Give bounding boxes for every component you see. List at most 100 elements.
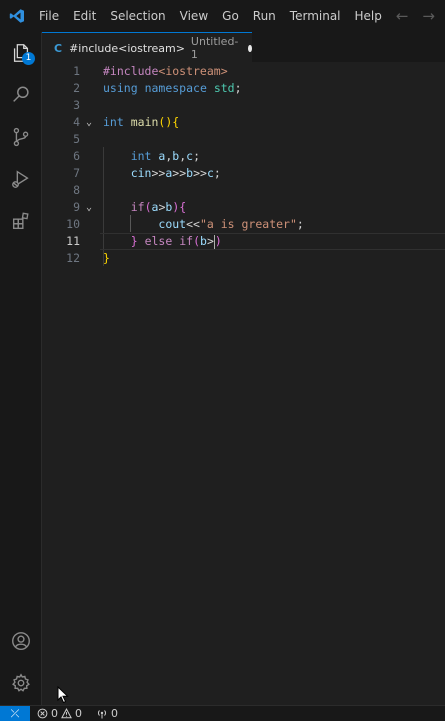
code-token: } bbox=[130, 234, 138, 248]
code-text: int main(){ bbox=[103, 114, 179, 131]
menu-terminal[interactable]: Terminal bbox=[283, 0, 348, 32]
code-token: { bbox=[179, 200, 187, 214]
line-number: 10 bbox=[66, 217, 80, 231]
code-token: "a is greater" bbox=[199, 217, 297, 231]
tab-description: Untitled-1 bbox=[190, 35, 239, 61]
code-text: } else if(b>) bbox=[103, 233, 222, 250]
editor-tab[interactable]: C #include<iostream> Untitled-1 bbox=[42, 32, 252, 63]
ports-count: 0 bbox=[111, 707, 118, 720]
line-number: 12 bbox=[66, 251, 80, 265]
code-token: ) bbox=[214, 234, 222, 248]
vscode-logo-icon bbox=[2, 0, 32, 32]
code-token: int bbox=[103, 115, 124, 129]
ports-indicator[interactable]: 0 bbox=[96, 707, 118, 720]
code-token: std bbox=[213, 81, 235, 95]
navigation-arrows: ← → bbox=[396, 0, 435, 32]
code-token: > bbox=[206, 234, 214, 248]
code-line[interactable]: 7 cin>>a>>b>>c; bbox=[42, 165, 445, 182]
menu-bar: File Edit Selection View Go Run Terminal… bbox=[32, 0, 389, 32]
forward-arrow-icon[interactable]: → bbox=[422, 7, 435, 25]
line-number: 8 bbox=[73, 183, 80, 197]
fold-chevron-icon[interactable]: ⌄ bbox=[86, 114, 92, 131]
menu-go[interactable]: Go bbox=[215, 0, 246, 32]
explorer-badge: 1 bbox=[22, 52, 35, 65]
code-token: ; bbox=[234, 81, 242, 95]
fold-chevron-icon[interactable]: ⌄ bbox=[86, 199, 92, 216]
code-text: #include<iostream> bbox=[103, 63, 228, 80]
code-text: cout<<"a is greater"; bbox=[103, 216, 303, 233]
code-text: cin>>a>>b>>c; bbox=[103, 165, 221, 182]
code-token: >> bbox=[151, 166, 166, 180]
remote-indicator-icon[interactable]: ⤫ bbox=[0, 706, 30, 721]
code-line[interactable]: 11 } else if(b>) bbox=[42, 233, 445, 250]
search-icon[interactable] bbox=[0, 75, 41, 115]
line-number: 11 bbox=[66, 234, 80, 248]
code-token: c bbox=[206, 166, 214, 180]
menu-file[interactable]: File bbox=[32, 0, 66, 32]
menu-view[interactable]: View bbox=[173, 0, 215, 32]
menu-edit[interactable]: Edit bbox=[66, 0, 103, 32]
status-bar: ⤫ 0 0 0 bbox=[0, 705, 445, 721]
problems-indicator[interactable]: 0 0 bbox=[37, 707, 82, 720]
code-token: () bbox=[158, 115, 173, 129]
accounts-icon[interactable] bbox=[0, 621, 41, 661]
line-number: 2 bbox=[73, 81, 80, 95]
code-token: namespace bbox=[144, 81, 207, 95]
line-number: 3 bbox=[73, 98, 80, 112]
code-line[interactable]: 2 using namespace std; bbox=[42, 80, 445, 97]
menu-help[interactable]: Help bbox=[348, 0, 389, 32]
unsaved-dot-icon[interactable] bbox=[248, 44, 252, 52]
cpp-file-icon: C bbox=[54, 41, 63, 55]
line-number: 5 bbox=[73, 132, 80, 146]
menu-selection[interactable]: Selection bbox=[103, 0, 172, 32]
run-debug-icon[interactable] bbox=[0, 159, 41, 199]
source-control-icon[interactable] bbox=[0, 117, 41, 157]
mouse-pointer-icon bbox=[57, 686, 69, 704]
code-line[interactable]: 8 bbox=[42, 182, 445, 199]
menu-run[interactable]: Run bbox=[246, 0, 283, 32]
code-token: >> bbox=[172, 166, 187, 180]
tab-label: #include<iostream> bbox=[69, 41, 185, 55]
broadcast-icon bbox=[97, 710, 107, 719]
code-line[interactable]: 3 bbox=[42, 97, 445, 114]
error-count: 0 bbox=[51, 707, 58, 720]
code-line[interactable]: 4 ⌄ int main(){ bbox=[42, 114, 445, 131]
code-text: } bbox=[103, 250, 110, 267]
explorer-icon[interactable]: 1 bbox=[0, 33, 41, 73]
code-line[interactable]: 9 ⌄ if(a>b){ bbox=[42, 199, 445, 216]
code-editor[interactable]: 1 #include<iostream> 2 using namespace std;… bbox=[42, 62, 445, 705]
activity-bar: 1 bbox=[0, 32, 42, 705]
code-line[interactable]: 10 cout<<"a is greater"; bbox=[42, 216, 445, 233]
back-arrow-icon[interactable]: ← bbox=[396, 7, 409, 25]
code-token: cin bbox=[130, 166, 152, 180]
extensions-icon[interactable] bbox=[0, 201, 41, 241]
code-line[interactable]: 1 #include<iostream> bbox=[42, 63, 445, 80]
error-icon bbox=[37, 708, 48, 719]
editor-tab-bar: C #include<iostream> Untitled-1 bbox=[42, 32, 445, 63]
line-number: 4 bbox=[73, 115, 80, 129]
code-text: using namespace std; bbox=[103, 80, 242, 97]
line-number: 6 bbox=[73, 149, 80, 163]
code-line[interactable]: 12} bbox=[42, 250, 445, 267]
code-token: if bbox=[130, 200, 145, 214]
code-token: >> bbox=[193, 166, 207, 180]
code-token: { bbox=[172, 115, 180, 129]
code-token: <iostream> bbox=[158, 64, 228, 78]
title-bar: File Edit Selection View Go Run Terminal… bbox=[0, 0, 445, 32]
code-token: } bbox=[103, 251, 110, 265]
code-line[interactable]: 5 bbox=[42, 131, 445, 148]
code-token: if bbox=[179, 234, 194, 248]
code-token: cout bbox=[158, 217, 187, 231]
code-line[interactable]: 6 int a,b,c; bbox=[42, 148, 445, 165]
code-token: main bbox=[130, 115, 159, 129]
code-token: ; bbox=[213, 166, 221, 180]
code-token: b bbox=[200, 234, 207, 248]
line-number: 9 bbox=[73, 200, 80, 214]
manage-gear-icon[interactable] bbox=[0, 663, 41, 703]
